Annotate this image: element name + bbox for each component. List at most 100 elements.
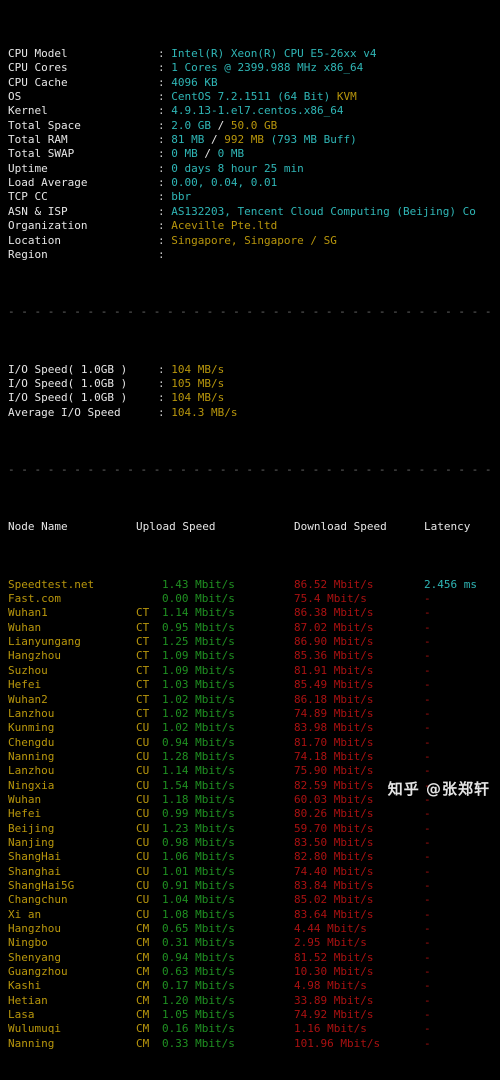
speedtest-latency: - xyxy=(424,620,431,634)
speedtest-node-name: Wuhan2 xyxy=(8,692,48,706)
system-info-colon: : xyxy=(158,247,172,261)
speedtest-download-speed: 101.96 Mbit/s xyxy=(294,1036,381,1050)
speedtest-download-speed: 81.91 Mbit/s xyxy=(294,663,374,677)
speedtest-upload-speed: 1.05 Mbit/s xyxy=(162,1008,235,1022)
speedtest-upload-speed: 0.99 Mbit/s xyxy=(162,807,235,821)
system-info-label: CPU Cores xyxy=(8,61,68,75)
speedtest-upload-speed: 1.04 Mbit/s xyxy=(162,893,235,907)
speedtest-download-speed: 33.89 Mbit/s xyxy=(294,993,374,1007)
system-info-value: 0 MB xyxy=(171,147,205,161)
speedtest-isp-code: CU xyxy=(136,907,150,921)
speedtest-latency: - xyxy=(424,907,431,921)
speedtest-latency: - xyxy=(424,635,431,649)
speedtest-latency: - xyxy=(424,764,431,778)
system-info-row: Organization: Aceville Pte.ltd xyxy=(8,219,500,233)
speedtest-row: Suzhou CT 1.09 Mbit/s 81.91 Mbit/s - xyxy=(8,664,500,678)
io-speed-row: I/O Speed( 1.0GB ): 105 MB/s xyxy=(8,377,500,391)
system-info-row: CPU Cache: 4096 KB xyxy=(8,76,500,90)
speedtest-latency: - xyxy=(424,735,431,749)
column-header-node-name: Node Name xyxy=(8,520,68,534)
io-speed-label: I/O Speed( 1.0GB ) xyxy=(8,376,128,390)
io-speed-value: 104 MB/s xyxy=(171,391,225,405)
separator-line-2: - - - - - - - - - - - - - - - - - - - - … xyxy=(8,463,500,476)
speedtest-download-speed: 82.80 Mbit/s xyxy=(294,850,374,864)
speedtest-isp-code: CT xyxy=(136,635,150,649)
speedtest-download-speed: 87.02 Mbit/s xyxy=(294,620,374,634)
speedtest-row: Lianyungang CT 1.25 Mbit/s 86.90 Mbit/s - xyxy=(8,635,500,649)
speedtest-latency: - xyxy=(424,592,431,606)
speedtest-upload-speed: 1.20 Mbit/s xyxy=(162,993,235,1007)
speedtest-isp-code: CM xyxy=(136,979,150,993)
speedtest-row: Hangzhou CM 0.65 Mbit/s 4.44 Mbit/s - xyxy=(8,922,500,936)
speedtest-isp-code: CU xyxy=(136,878,150,892)
system-info-value: (793 MB Buff) xyxy=(270,133,357,147)
speedtest-isp-code: CT xyxy=(136,692,150,706)
speedtest-upload-speed: 1.54 Mbit/s xyxy=(162,778,235,792)
speedtest-row: ShangHai5G CU 0.91 Mbit/s 83.84 Mbit/s - xyxy=(8,879,500,893)
speedtest-download-speed: 85.36 Mbit/s xyxy=(294,649,374,663)
system-info-value: KVM xyxy=(336,90,357,104)
system-info-label: Total Space xyxy=(8,118,81,132)
speedtest-node-name: ShangHai xyxy=(8,850,61,864)
system-info-label: CPU Model xyxy=(8,47,68,61)
system-info-colon: : xyxy=(158,161,172,175)
speedtest-upload-speed: 1.06 Mbit/s xyxy=(162,850,235,864)
system-info-value: Intel(R) Xeon(R) CPU E5-26xx v4 xyxy=(171,47,377,61)
speedtest-isp-code: CT xyxy=(136,620,150,634)
speedtest-table-body: Speedtest.net 1.43 Mbit/s 86.52 Mbit/s 2.45… xyxy=(8,578,500,1051)
speedtest-isp-code: CT xyxy=(136,606,150,620)
speedtest-latency: - xyxy=(424,1022,431,1036)
speedtest-upload-speed: 1.09 Mbit/s xyxy=(162,649,235,663)
speedtest-row: Nanning CU 1.28 Mbit/s 74.18 Mbit/s - xyxy=(8,750,500,764)
system-info-colon: : xyxy=(158,219,172,233)
system-info-label: Uptime xyxy=(8,161,48,175)
system-info-colon: : xyxy=(158,90,172,104)
speedtest-isp-code: CU xyxy=(136,893,150,907)
system-info-value: 0 MB xyxy=(217,147,245,161)
speedtest-row: Xi an CU 1.08 Mbit/s 83.64 Mbit/s - xyxy=(8,908,500,922)
speedtest-upload-speed: 1.03 Mbit/s xyxy=(162,678,235,692)
speedtest-download-speed: 85.02 Mbit/s xyxy=(294,893,374,907)
speedtest-isp-code: CM xyxy=(136,1022,150,1036)
io-speed-value: 104 MB/s xyxy=(171,362,225,376)
speedtest-row: Hetian CM 1.20 Mbit/s 33.89 Mbit/s - xyxy=(8,994,500,1008)
system-info-label: CPU Cache xyxy=(8,75,68,89)
speedtest-node-name: Suzhou xyxy=(8,663,48,677)
speedtest-node-name: Hetian xyxy=(8,993,48,1007)
io-speed-value: 105 MB/s xyxy=(171,376,225,390)
system-info-section: CPU Model: Intel(R) Xeon(R) CPU E5-26xx … xyxy=(8,47,500,262)
speedtest-upload-speed: 0.17 Mbit/s xyxy=(162,979,235,993)
speedtest-row: Shanghai CU 1.01 Mbit/s 74.40 Mbit/s - xyxy=(8,865,500,879)
terminal-output: CPU Model: Intel(R) Xeon(R) CPU E5-26xx … xyxy=(0,0,500,1050)
speedtest-latency: - xyxy=(424,893,431,907)
system-info-value: AS132203, Tencent Cloud Computing (Beiji… xyxy=(171,204,476,218)
system-info-label: TCP CC xyxy=(8,190,48,204)
speedtest-latency: - xyxy=(424,979,431,993)
speedtest-latency: - xyxy=(424,792,431,806)
speedtest-isp-code: CU xyxy=(136,764,150,778)
speedtest-download-speed: 80.26 Mbit/s xyxy=(294,807,374,821)
system-info-colon: : xyxy=(158,147,172,161)
speedtest-latency: - xyxy=(424,936,431,950)
speedtest-row: Nanjing CU 0.98 Mbit/s 83.50 Mbit/s - xyxy=(8,836,500,850)
system-info-row: Location: Singapore, Singapore / SG xyxy=(8,234,500,248)
speedtest-download-speed: 74.40 Mbit/s xyxy=(294,864,374,878)
speedtest-node-name: Ningbo xyxy=(8,936,48,950)
speedtest-node-name: Shanghai xyxy=(8,864,61,878)
io-speed-colon: : xyxy=(158,405,172,419)
speedtest-upload-speed: 1.25 Mbit/s xyxy=(162,635,235,649)
io-speed-row: I/O Speed( 1.0GB ): 104 MB/s xyxy=(8,391,500,405)
speedtest-upload-speed: 1.08 Mbit/s xyxy=(162,907,235,921)
system-info-colon: : xyxy=(158,47,172,61)
speedtest-download-speed: 75.4 Mbit/s xyxy=(294,592,367,606)
speedtest-download-speed: 85.49 Mbit/s xyxy=(294,678,374,692)
speedtest-node-name: Wuhan1 xyxy=(8,606,48,620)
speedtest-node-name: ShangHai5G xyxy=(8,878,75,892)
system-info-value: Singapore, Singapore / SG xyxy=(171,233,337,247)
speedtest-upload-speed: 0.94 Mbit/s xyxy=(162,950,235,964)
speedtest-latency: - xyxy=(424,864,431,878)
speedtest-latency: - xyxy=(424,749,431,763)
speedtest-table-header: Node Name Upload Speed Download Speed Laten… xyxy=(8,520,500,534)
speedtest-row: Hefei CU 0.99 Mbit/s 80.26 Mbit/s - xyxy=(8,807,500,821)
system-info-row: TCP CC: bbr xyxy=(8,190,500,204)
